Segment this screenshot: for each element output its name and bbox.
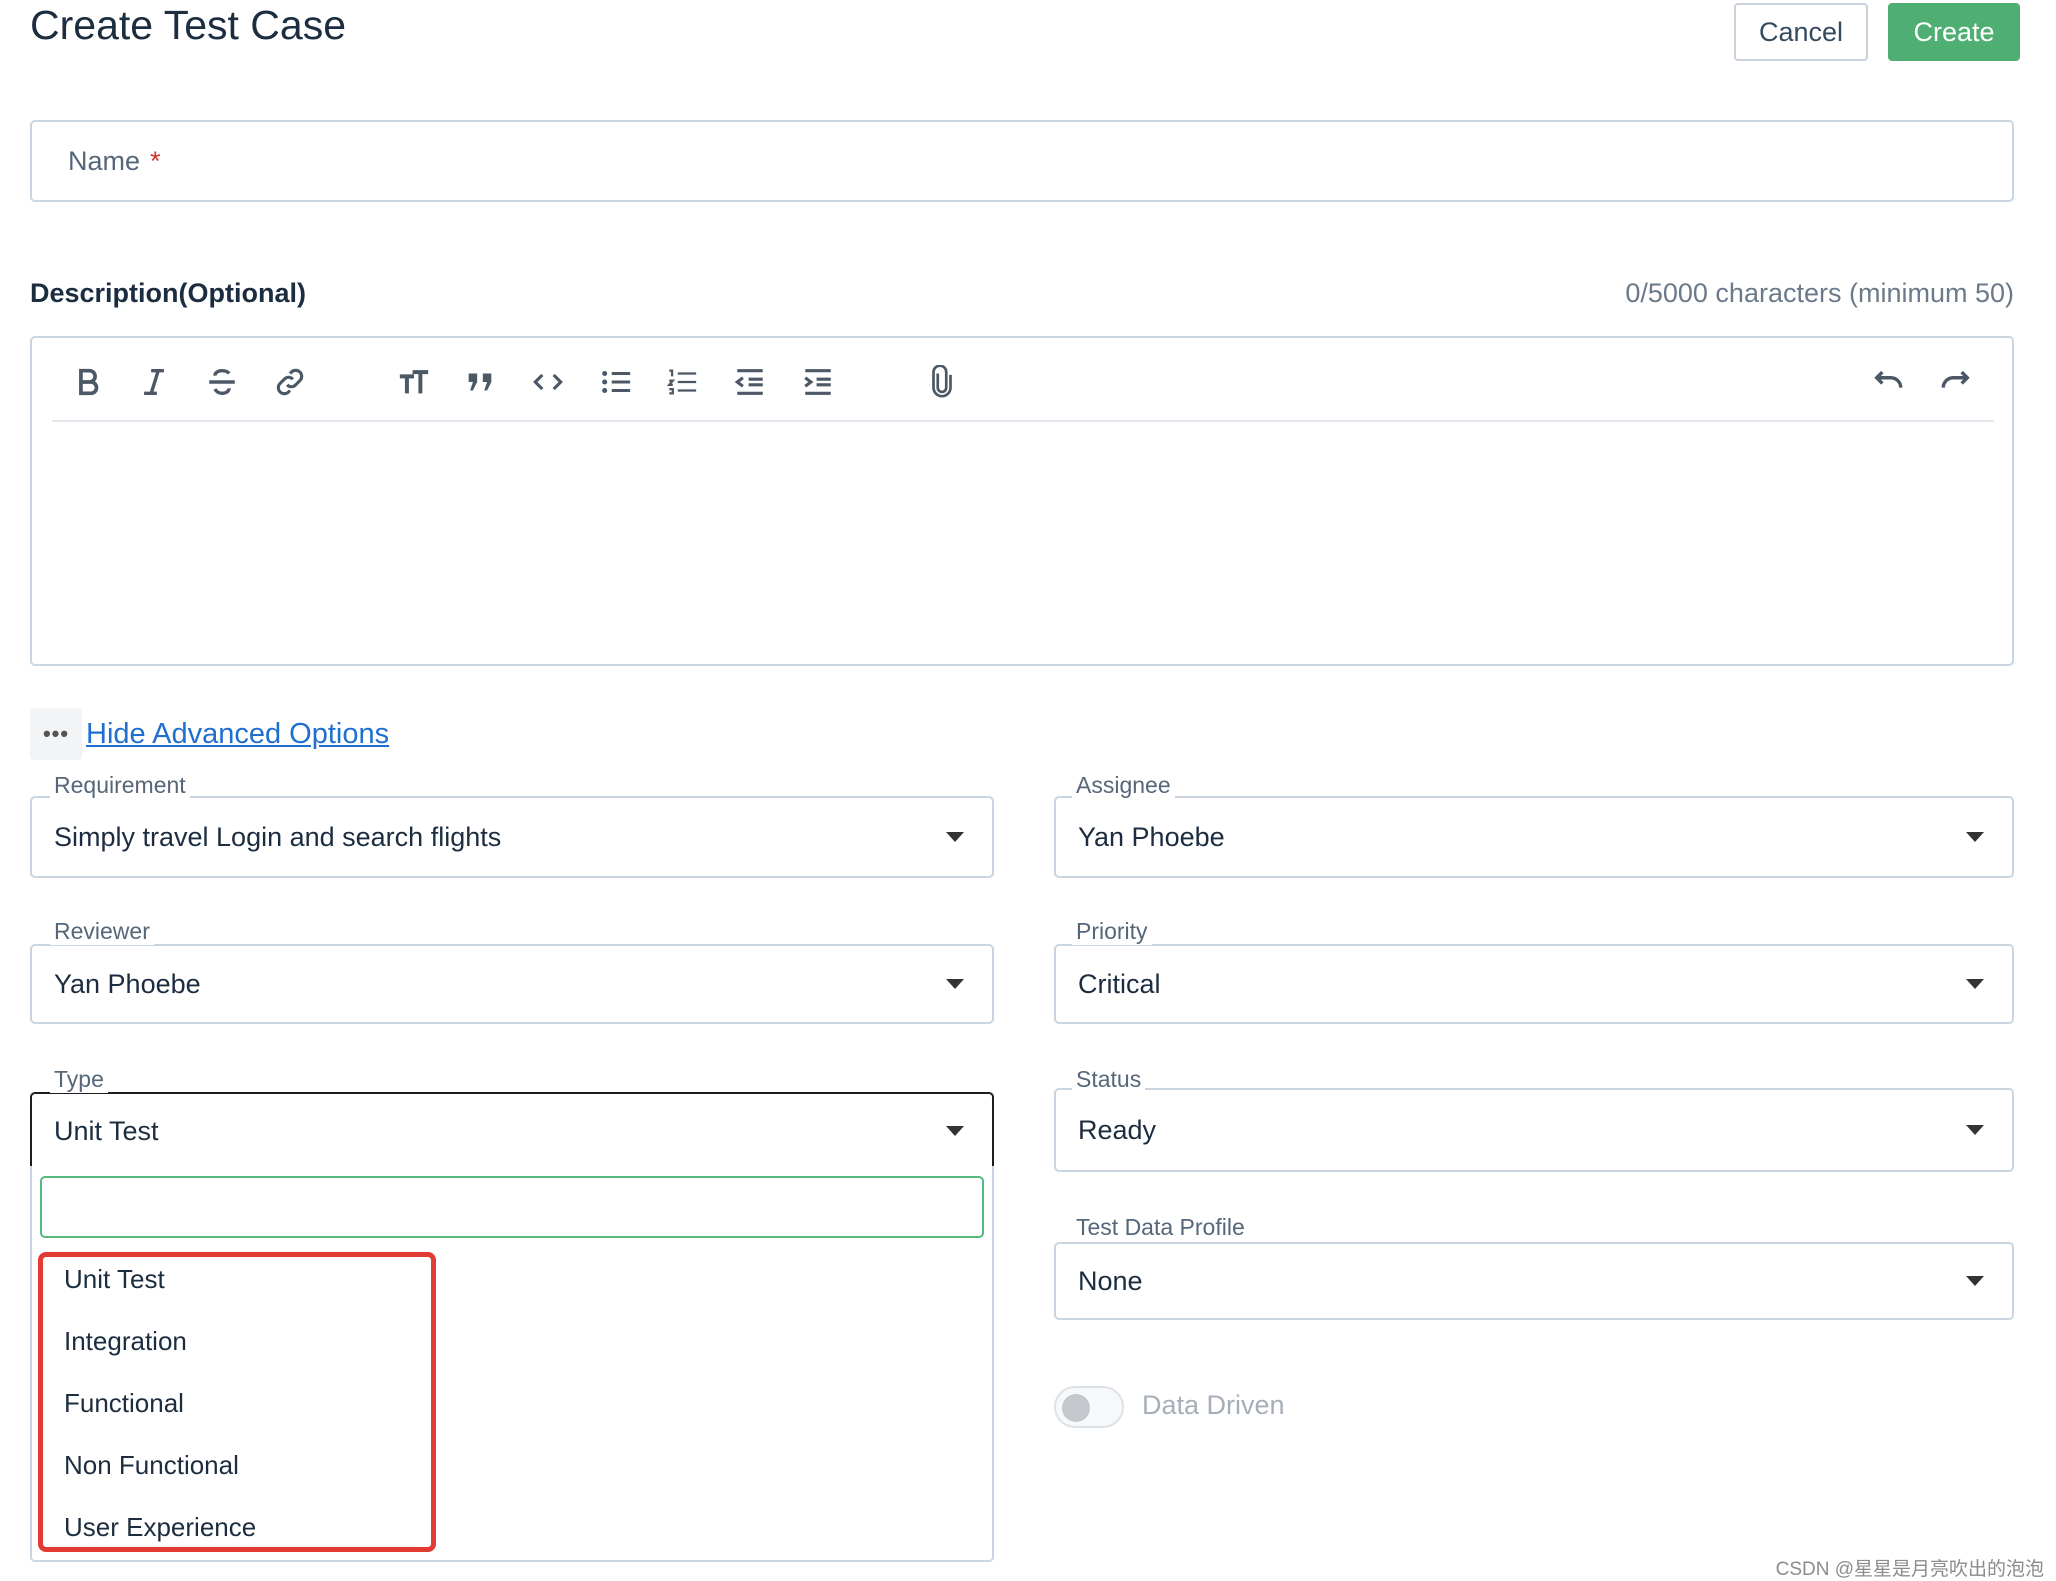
reviewer-label: Reviewer [50, 918, 154, 945]
type-label: Type [50, 1066, 108, 1093]
assignee-value: Yan Phoebe [1078, 821, 1225, 852]
advanced-options-toggle[interactable]: ••• Hide Advanced Options [30, 708, 389, 760]
link-icon[interactable] [264, 356, 316, 408]
toggle-knob [1062, 1394, 1090, 1422]
reviewer-value: Yan Phoebe [54, 968, 201, 999]
assignee-label: Assignee [1072, 772, 1175, 799]
data-driven-toggle[interactable] [1054, 1386, 1124, 1428]
priority-value: Critical [1078, 968, 1161, 999]
italic-icon[interactable] [128, 356, 180, 408]
data-driven-label: Data Driven [1142, 1390, 1285, 1420]
test-data-profile-label: Test Data Profile [1072, 1214, 1249, 1241]
outdent-icon[interactable] [724, 356, 776, 408]
priority-select[interactable]: Critical [1054, 944, 2014, 1024]
page-title: Create Test Case [30, 2, 347, 48]
redo-icon[interactable] [1930, 356, 1982, 408]
reviewer-select[interactable]: Yan Phoebe [30, 944, 994, 1024]
description-text-area[interactable] [52, 424, 1992, 660]
chevron-down-icon [946, 832, 964, 842]
type-select[interactable]: Unit Test [30, 1092, 994, 1168]
code-icon[interactable] [522, 356, 574, 408]
name-label: Name [68, 145, 141, 176]
description-label: Description(Optional) [30, 278, 306, 308]
toolbar-divider [52, 420, 1994, 422]
more-dots-icon[interactable]: ••• [30, 708, 82, 760]
chevron-down-icon [1966, 1125, 1984, 1135]
undo-icon[interactable] [1862, 356, 1914, 408]
character-counter: 0/5000 characters (minimum 50) [1625, 278, 2014, 308]
chevron-down-icon [1966, 1276, 1984, 1286]
type-dropdown-search-input[interactable] [40, 1176, 984, 1238]
status-value: Ready [1078, 1114, 1157, 1145]
text-size-icon[interactable] [388, 356, 440, 408]
status-select[interactable]: Ready [1054, 1088, 2014, 1172]
hide-advanced-options-link[interactable]: Hide Advanced Options [86, 718, 389, 751]
test-data-profile-select[interactable]: None [1054, 1242, 2014, 1320]
bullet-list-icon[interactable] [590, 356, 642, 408]
chevron-down-icon [1966, 832, 1984, 842]
highlight-annotation [38, 1252, 436, 1552]
status-label: Status [1072, 1066, 1146, 1093]
assignee-select[interactable]: Yan Phoebe [1054, 796, 2014, 878]
numbered-list-icon[interactable] [656, 356, 708, 408]
requirement-value: Simply travel Login and search flights [54, 821, 502, 852]
quote-icon[interactable] [454, 356, 506, 408]
indent-icon[interactable] [792, 356, 844, 408]
required-marker: * [150, 145, 161, 176]
bold-icon[interactable] [62, 356, 114, 408]
requirement-select[interactable]: Simply travel Login and search flights [30, 796, 994, 878]
test-data-profile-value: None [1078, 1265, 1143, 1296]
attachment-icon[interactable] [916, 356, 968, 408]
priority-label: Priority [1072, 918, 1152, 945]
cancel-button[interactable]: Cancel [1734, 3, 1868, 61]
chevron-down-icon [946, 1126, 964, 1136]
create-button[interactable]: Create [1888, 3, 2020, 61]
name-input[interactable]: Name * [30, 120, 2014, 202]
strikethrough-icon[interactable] [196, 356, 248, 408]
requirement-label: Requirement [50, 772, 190, 799]
chevron-down-icon [946, 979, 964, 989]
watermark: CSDN @星星是月亮吹出的泡泡 [1775, 1559, 2044, 1580]
chevron-down-icon [1966, 979, 1984, 989]
type-value: Unit Test [54, 1115, 159, 1146]
